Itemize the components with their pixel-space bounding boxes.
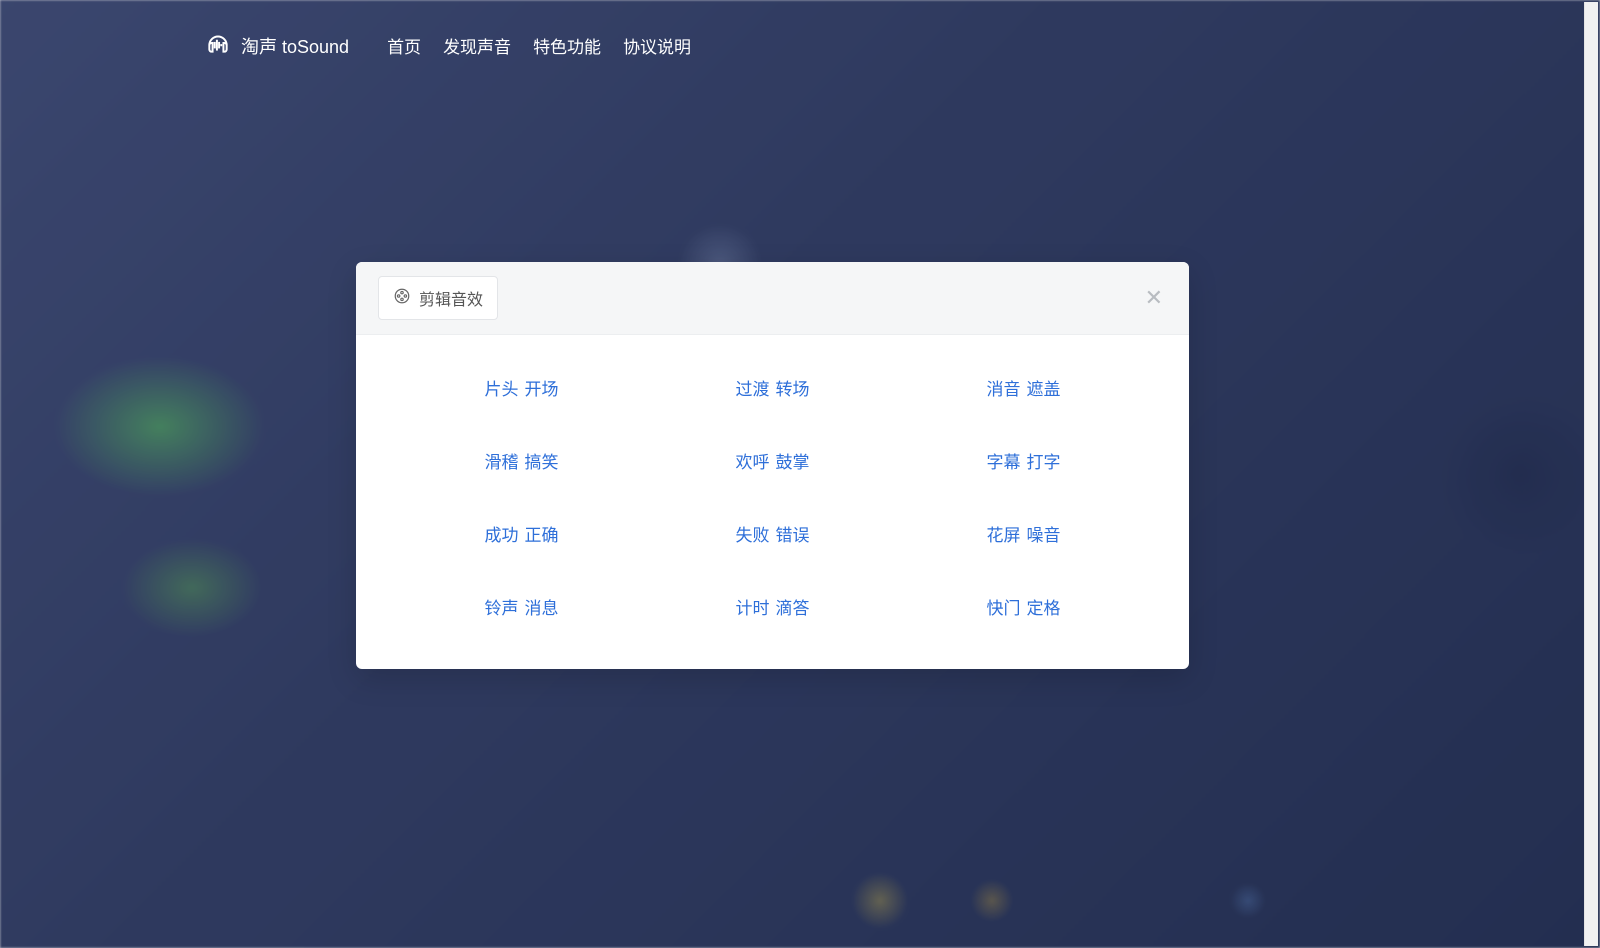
tag-funny[interactable]: 滑稽搞笑	[416, 448, 627, 473]
tab-label: 剪辑音效	[419, 286, 483, 310]
category-card: 剪辑音效 ✕ 片头开场 过渡转场 消音遮盖 滑稽搞笑 欢呼鼓掌 字幕打字 成功正…	[356, 262, 1189, 669]
tab-editing-sfx[interactable]: 剪辑音效	[378, 276, 498, 320]
tag-ringtone[interactable]: 铃声消息	[416, 594, 627, 619]
close-icon: ✕	[1145, 285, 1163, 310]
tag-transition[interactable]: 过渡转场	[667, 375, 878, 400]
tag-timer[interactable]: 计时滴答	[667, 594, 878, 619]
tag-grid: 片头开场 过渡转场 消音遮盖 滑稽搞笑 欢呼鼓掌 字幕打字 成功正确 失败错误 …	[416, 375, 1129, 619]
nav-license[interactable]: 协议说明	[623, 33, 691, 58]
brand-name: 淘声 toSound	[241, 33, 349, 59]
card-header: 剪辑音效 ✕	[356, 262, 1189, 335]
nav-links: 首页 发现声音 特色功能 协议说明	[387, 33, 691, 58]
card-body: 片头开场 过渡转场 消音遮盖 滑稽搞笑 欢呼鼓掌 字幕打字 成功正确 失败错误 …	[356, 335, 1189, 669]
close-button[interactable]: ✕	[1141, 283, 1167, 313]
brand-logo-icon	[205, 30, 231, 61]
scrollbar[interactable]	[1584, 2, 1598, 946]
tag-cheer[interactable]: 欢呼鼓掌	[667, 448, 878, 473]
tag-fail[interactable]: 失败错误	[667, 521, 878, 546]
tag-subtitle[interactable]: 字幕打字	[918, 448, 1129, 473]
brand[interactable]: 淘声 toSound	[205, 30, 349, 61]
nav-home[interactable]: 首页	[387, 33, 421, 58]
tag-intro[interactable]: 片头开场	[416, 375, 627, 400]
top-nav: 淘声 toSound 首页 发现声音 特色功能 协议说明	[0, 0, 1600, 61]
tag-success[interactable]: 成功正确	[416, 521, 627, 546]
nav-discover[interactable]: 发现声音	[443, 33, 511, 58]
nav-features[interactable]: 特色功能	[533, 33, 601, 58]
tag-mute[interactable]: 消音遮盖	[918, 375, 1129, 400]
tag-glitch[interactable]: 花屏噪音	[918, 521, 1129, 546]
film-reel-icon	[393, 287, 411, 310]
tag-shutter[interactable]: 快门定格	[918, 594, 1129, 619]
page-viewport: 淘声 toSound 首页 发现声音 特色功能 协议说明	[0, 0, 1600, 948]
